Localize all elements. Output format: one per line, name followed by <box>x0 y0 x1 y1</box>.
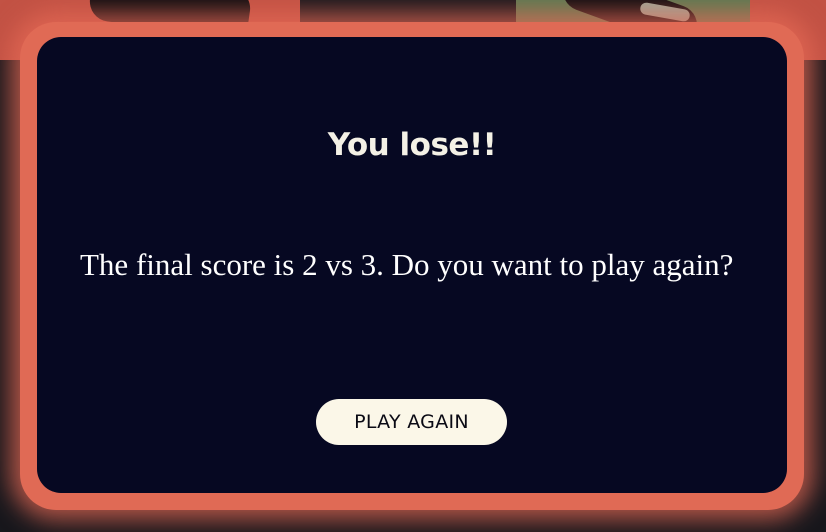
modal-title: You lose!! <box>327 127 497 163</box>
play-again-button[interactable]: PLAY AGAIN <box>316 399 507 445</box>
game-over-modal: You lose!! The final score is 2 vs 3. Do… <box>37 37 787 493</box>
final-score-message: The final score is 2 vs 3. Do you want t… <box>80 247 734 282</box>
